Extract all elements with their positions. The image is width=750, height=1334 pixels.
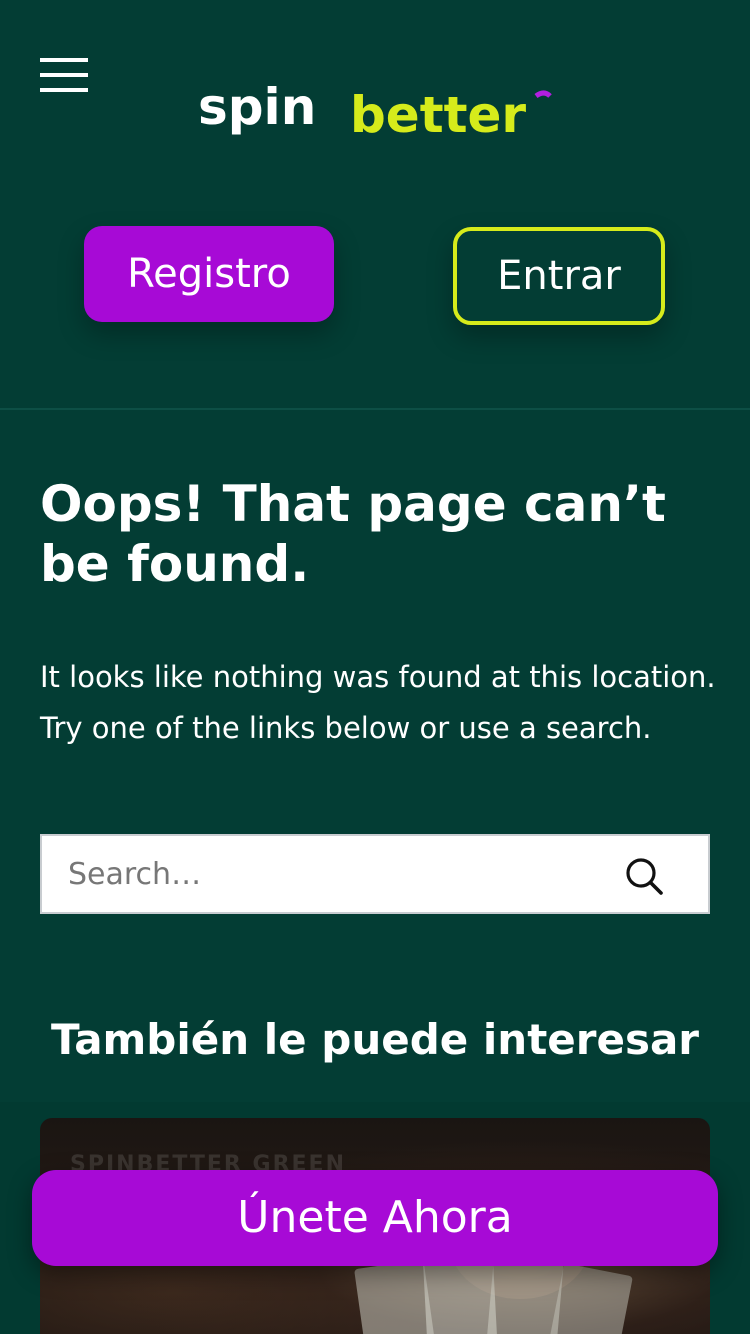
not-found-message: It looks like nothing was found at this … — [40, 660, 716, 745]
logo-text-spin: spin — [198, 78, 316, 136]
spinbetter-logo[interactable]: spin better — [198, 78, 554, 140]
search-form — [40, 834, 710, 914]
search-input[interactable] — [42, 836, 622, 912]
hamburger-menu-icon[interactable] — [40, 58, 88, 92]
logo-text-better: better — [350, 86, 526, 140]
search-icon[interactable] — [624, 856, 664, 896]
join-now-button[interactable]: Únete Ahora — [32, 1170, 718, 1266]
login-button[interactable]: Entrar — [453, 227, 665, 325]
related-heading: También le puede interesar — [50, 1015, 700, 1064]
page: spin better Registro Entrar Oops! That p… — [0, 0, 750, 1334]
site-header: spin better Registro Entrar — [0, 0, 750, 410]
page-title: Oops! That page can’t be found. — [40, 475, 666, 593]
register-button[interactable]: Registro — [84, 226, 334, 322]
